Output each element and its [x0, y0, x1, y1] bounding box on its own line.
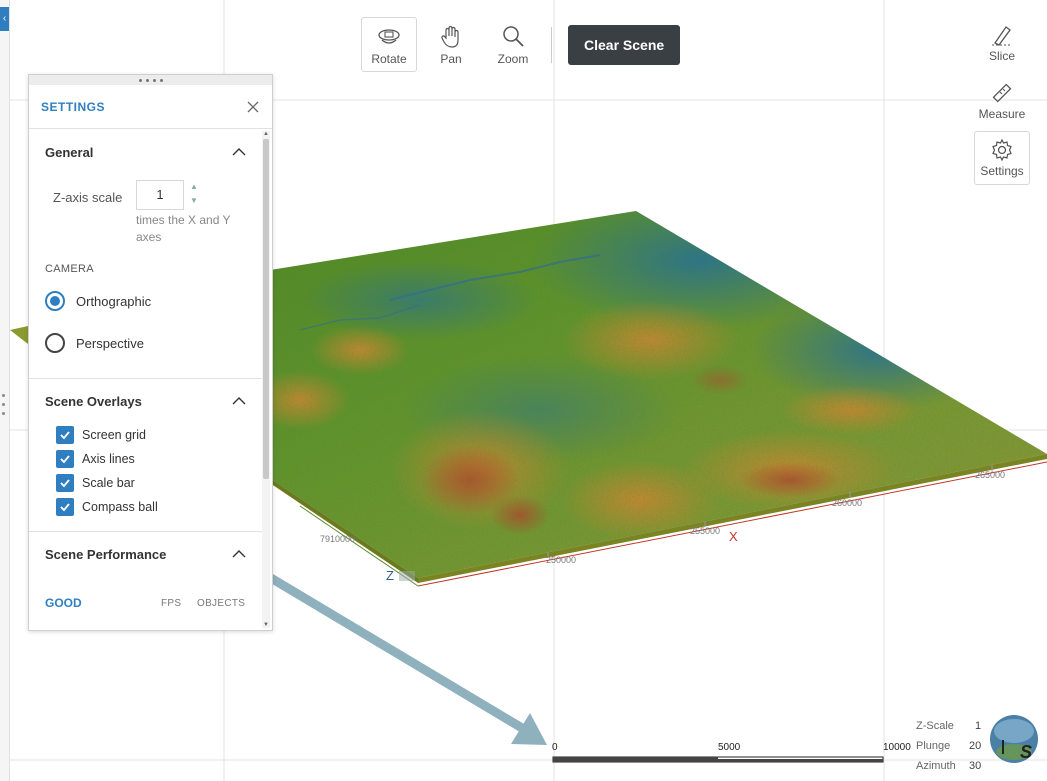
- view-info: Z-Scale 1 Plunge 20 Azimuth 30: [916, 716, 986, 776]
- settings-label: Settings: [980, 164, 1024, 178]
- x-axis-label: X: [729, 529, 738, 544]
- chevron-up-icon: [232, 550, 246, 558]
- gear-icon: [992, 138, 1012, 162]
- checkmark-icon[interactable]: [56, 474, 74, 492]
- general-heading: General: [45, 144, 94, 160]
- compass-letter: S: [1020, 742, 1032, 762]
- rotate-label: Rotate: [371, 51, 407, 66]
- fps-label: FPS: [161, 598, 182, 609]
- general-header[interactable]: General: [29, 130, 262, 174]
- close-icon[interactable]: [246, 100, 260, 114]
- azimuth-row: Azimuth 30: [916, 756, 986, 776]
- settings-body: General Z-axis scale 1 ▲ ▼ times the X an…: [29, 130, 262, 630]
- scene-performance-heading: Scene Performance: [45, 546, 167, 562]
- azimuth-value: 30: [969, 760, 982, 772]
- scale-bar: [552, 756, 884, 763]
- scale-bar-label: Scale bar: [82, 476, 135, 490]
- z-scale-row: Z-axis scale 1 ▲ ▼ times the X and Y axes: [29, 174, 262, 258]
- compass-ball-label: Compass ball: [82, 500, 158, 514]
- x-tick-label: 250000: [546, 555, 576, 565]
- azimuth-label: Azimuth: [916, 760, 956, 772]
- x-tick-label: 255000: [690, 526, 720, 536]
- measure-label: Measure: [978, 107, 1026, 121]
- zoom-icon: [503, 25, 524, 47]
- performance-row: GOOD FPS OBJECTS: [45, 596, 245, 612]
- perspective-option[interactable]: Perspective: [29, 322, 262, 364]
- chevron-up-icon: [232, 397, 246, 405]
- checkmark-icon[interactable]: [56, 426, 74, 444]
- orthographic-option[interactable]: Orthographic: [29, 280, 262, 322]
- resize-handle-icon[interactable]: [2, 394, 6, 424]
- radio-unselected-icon[interactable]: [45, 333, 65, 353]
- z-scale-input[interactable]: 1: [136, 180, 184, 210]
- axis-lines-checkbox[interactable]: Axis lines: [29, 447, 262, 471]
- zoom-label: Zoom: [497, 51, 529, 66]
- measure-button[interactable]: Measure: [974, 74, 1030, 128]
- y-tick-label: 7910000: [320, 534, 355, 544]
- panel-drag-handle[interactable]: [29, 75, 272, 85]
- objects-label: OBJECTS: [197, 598, 246, 609]
- z-scale-label: Z-axis scale: [53, 190, 123, 205]
- z-scale-help: times the X and Y axes: [136, 213, 231, 244]
- settings-title: SETTINGS: [41, 99, 106, 114]
- checkmark-icon[interactable]: [56, 450, 74, 468]
- expand-panel-icon[interactable]: ‹: [0, 7, 9, 31]
- plunge-value: 20: [969, 740, 982, 752]
- pan-label: Pan: [440, 51, 462, 66]
- scene-performance-header[interactable]: Scene Performance: [29, 532, 262, 576]
- zoom-button[interactable]: Zoom: [485, 17, 541, 72]
- scene-performance-section: Scene Performance GOOD FPS OBJECTS: [29, 532, 262, 622]
- settings-scrollbar[interactable]: ▲ ▼: [262, 131, 270, 628]
- navigation-toolbar: Rotate Pan Zoom Clear Scene: [361, 17, 681, 73]
- scroll-up-icon[interactable]: ▲: [262, 131, 270, 137]
- hand-icon: [441, 25, 459, 48]
- screen-grid-label: Screen grid: [82, 428, 146, 442]
- compass-ball: S: [990, 715, 1038, 763]
- settings-button[interactable]: Settings: [974, 131, 1030, 185]
- scrollbar-thumb[interactable]: [263, 139, 269, 479]
- x-tick-label: 260000: [832, 498, 862, 508]
- left-collapsed-panel: ‹: [0, 0, 10, 781]
- scene-overlays-section: Scene Overlays Screen grid Axis lines Sc…: [29, 379, 262, 532]
- z-axis-label: Z: [386, 568, 394, 583]
- scale-label: 0: [552, 742, 558, 753]
- chevron-up-icon: [232, 148, 246, 156]
- pan-button[interactable]: Pan: [423, 17, 479, 72]
- plunge-row: Plunge 20: [916, 736, 986, 756]
- zscale-label: Z-Scale: [916, 720, 954, 732]
- radio-selected-icon[interactable]: [45, 291, 65, 311]
- clear-scene-button[interactable]: Clear Scene: [568, 25, 681, 65]
- rotate-button[interactable]: Rotate: [361, 17, 417, 72]
- scale-label: 5000: [718, 742, 741, 753]
- perspective-label: Perspective: [76, 335, 144, 351]
- slice-label: Slice: [988, 49, 1015, 63]
- scale-bar-checkbox[interactable]: Scale bar: [29, 471, 262, 495]
- settings-header: SETTINGS: [29, 85, 272, 129]
- scene-overlays-heading: Scene Overlays: [45, 393, 142, 409]
- performance-status: GOOD: [45, 596, 82, 610]
- toolbar-divider: [551, 27, 552, 63]
- rotate-icon: [378, 28, 400, 44]
- scene-overlays-header[interactable]: Scene Overlays: [29, 379, 262, 423]
- screen-grid-checkbox[interactable]: Screen grid: [29, 423, 262, 447]
- z-scale-stepper[interactable]: ▲ ▼: [189, 180, 199, 210]
- checkmark-icon[interactable]: [56, 498, 74, 516]
- x-tick-label: 265000: [975, 470, 1005, 480]
- zscale-value: 1: [975, 720, 982, 732]
- compass-ball-checkbox[interactable]: Compass ball: [29, 495, 262, 519]
- slice-icon: [992, 26, 1012, 46]
- camera-heading: CAMERA: [45, 263, 94, 275]
- orthographic-label: Orthographic: [76, 293, 152, 309]
- ruler-icon: [992, 83, 1012, 103]
- settings-panel: SETTINGS General Z-axis scale 1 ▲ ▼ times…: [28, 74, 273, 631]
- axis-lines-label: Axis lines: [82, 452, 135, 466]
- general-section: General Z-axis scale 1 ▲ ▼ times the X an…: [29, 130, 262, 379]
- slice-button[interactable]: Slice: [974, 16, 1030, 70]
- scale-label: 10000: [883, 742, 911, 753]
- scroll-down-icon[interactable]: ▼: [262, 622, 270, 628]
- zscale-row: Z-Scale 1: [916, 716, 986, 736]
- plunge-label: Plunge: [916, 740, 951, 752]
